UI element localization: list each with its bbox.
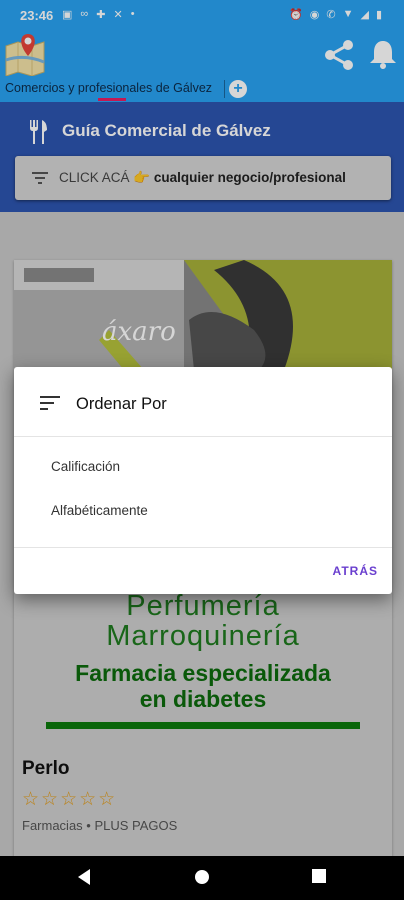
dialog-divider-bottom [14, 547, 392, 548]
sort-option-rating[interactable]: Calificación [51, 459, 120, 474]
nav-back-icon[interactable] [76, 868, 92, 886]
sort-option-alphabetical[interactable]: Alfabéticamente [51, 503, 148, 518]
dialog-divider-top [14, 436, 392, 437]
sort-dialog-title: Ordenar Por [76, 395, 167, 413]
nav-home-icon[interactable] [193, 868, 211, 886]
back-button[interactable]: ATRÁS [333, 564, 378, 578]
sort-icon [40, 396, 60, 410]
system-nav-bar [0, 856, 404, 900]
nav-recents-icon[interactable] [311, 868, 327, 884]
sort-dialog: Ordenar Por Calificación Alfabéticamente… [14, 367, 392, 594]
